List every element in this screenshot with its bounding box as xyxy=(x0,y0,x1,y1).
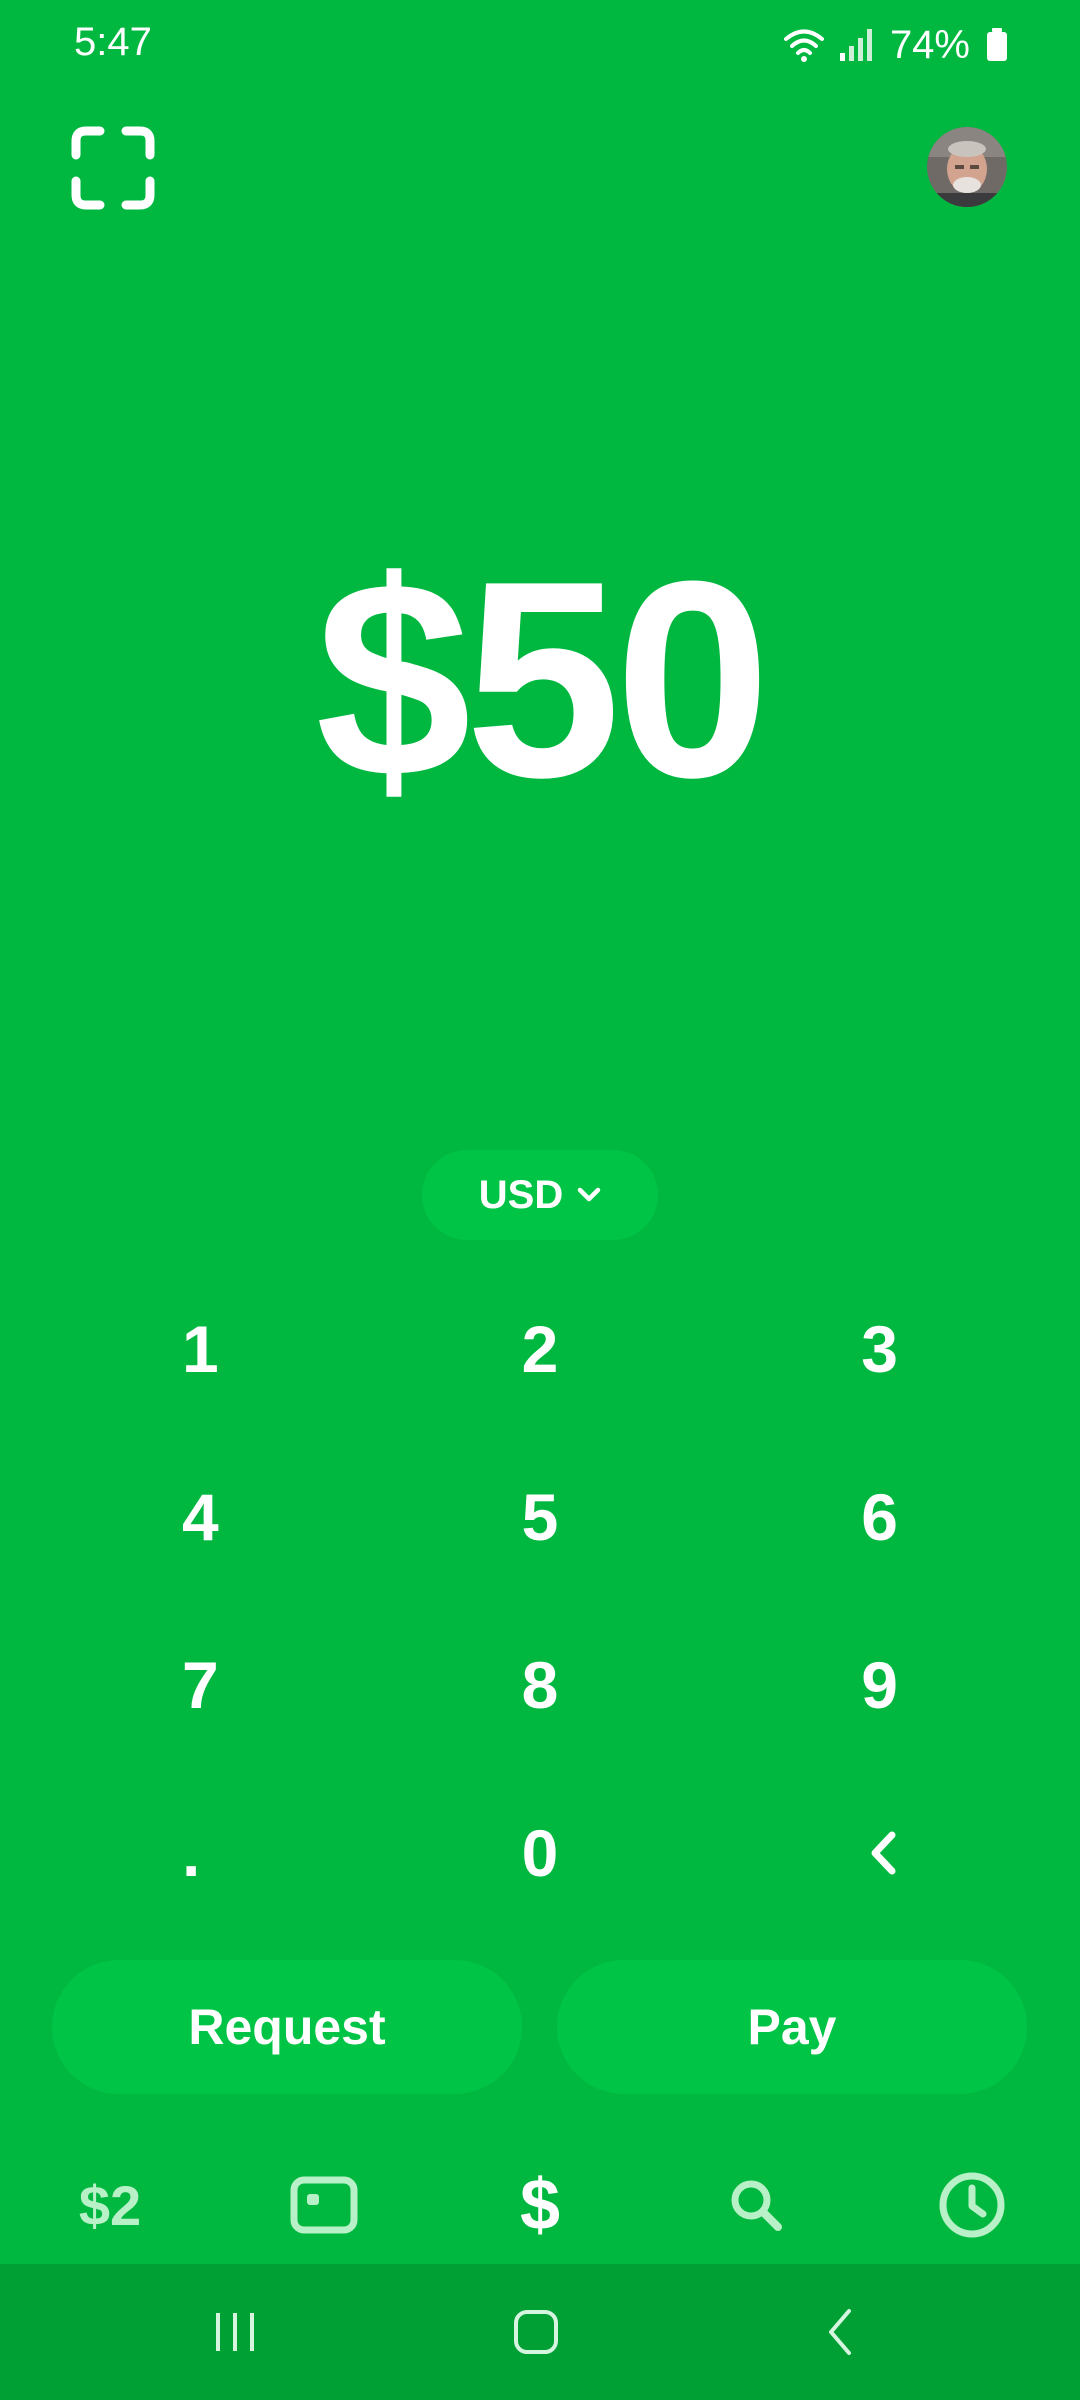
chevron-down-icon xyxy=(577,1187,601,1202)
key-decimal[interactable]: . xyxy=(0,1769,360,1937)
tab-card[interactable] xyxy=(274,2150,374,2260)
request-button[interactable]: Request xyxy=(52,1960,522,2094)
key-6[interactable]: 6 xyxy=(720,1433,1080,1601)
status-time: 5:47 xyxy=(74,20,152,64)
key-1[interactable]: 1 xyxy=(0,1265,360,1433)
chevron-left-icon xyxy=(871,1831,896,1875)
nav-back-button[interactable] xyxy=(780,2264,900,2400)
status-bar: 5:47 74% xyxy=(0,0,1080,90)
scan-qr-icon xyxy=(71,126,155,210)
key-3[interactable]: 3 xyxy=(720,1265,1080,1433)
keypad: 1 2 3 4 5 6 7 8 9 . 0 xyxy=(0,1265,1080,1945)
tab-search[interactable] xyxy=(706,2150,806,2260)
key-9[interactable]: 9 xyxy=(720,1601,1080,1769)
key-8[interactable]: 8 xyxy=(360,1601,720,1769)
bottom-tab-bar: $2 $ xyxy=(0,2150,1080,2260)
card-icon xyxy=(290,2176,358,2234)
key-5[interactable]: 5 xyxy=(360,1433,720,1601)
back-icon xyxy=(829,2309,851,2355)
pay-button[interactable]: Pay xyxy=(557,1960,1027,2094)
status-icons: 74% xyxy=(783,20,1008,70)
search-icon xyxy=(731,2180,782,2231)
tab-balance[interactable]: $2 xyxy=(60,2150,160,2260)
signal-icon xyxy=(839,29,872,61)
key-2[interactable]: 2 xyxy=(360,1265,720,1433)
key-4[interactable]: 4 xyxy=(0,1433,360,1601)
battery-percent: 74% xyxy=(889,22,970,67)
scan-qr-button[interactable] xyxy=(70,125,156,211)
battery-icon xyxy=(987,28,1007,61)
amount-display: $50 xyxy=(315,524,770,836)
currency-label: USD xyxy=(478,1172,564,1217)
key-0[interactable]: 0 xyxy=(360,1769,720,1937)
nav-recents-button[interactable] xyxy=(175,2264,295,2400)
avatar-image xyxy=(927,127,1007,207)
tab-activity[interactable] xyxy=(922,2150,1022,2260)
backspace-key[interactable] xyxy=(720,1769,1080,1937)
system-nav-bar xyxy=(0,2264,1080,2400)
nav-home-button[interactable] xyxy=(476,2264,596,2400)
key-7[interactable]: 7 xyxy=(0,1601,360,1769)
recents-icon xyxy=(216,2313,254,2351)
currency-selector[interactable]: USD xyxy=(422,1150,658,1240)
wifi-icon xyxy=(783,29,824,62)
profile-avatar[interactable] xyxy=(927,127,1007,207)
cash-app-screen: 5:47 74% $50 USD 1 2 3 4 5 6 7 8 9 . 0 R… xyxy=(0,0,1080,2400)
tab-pay[interactable]: $ xyxy=(490,2150,590,2260)
home-icon xyxy=(514,2310,558,2354)
clock-icon xyxy=(939,2172,1005,2238)
